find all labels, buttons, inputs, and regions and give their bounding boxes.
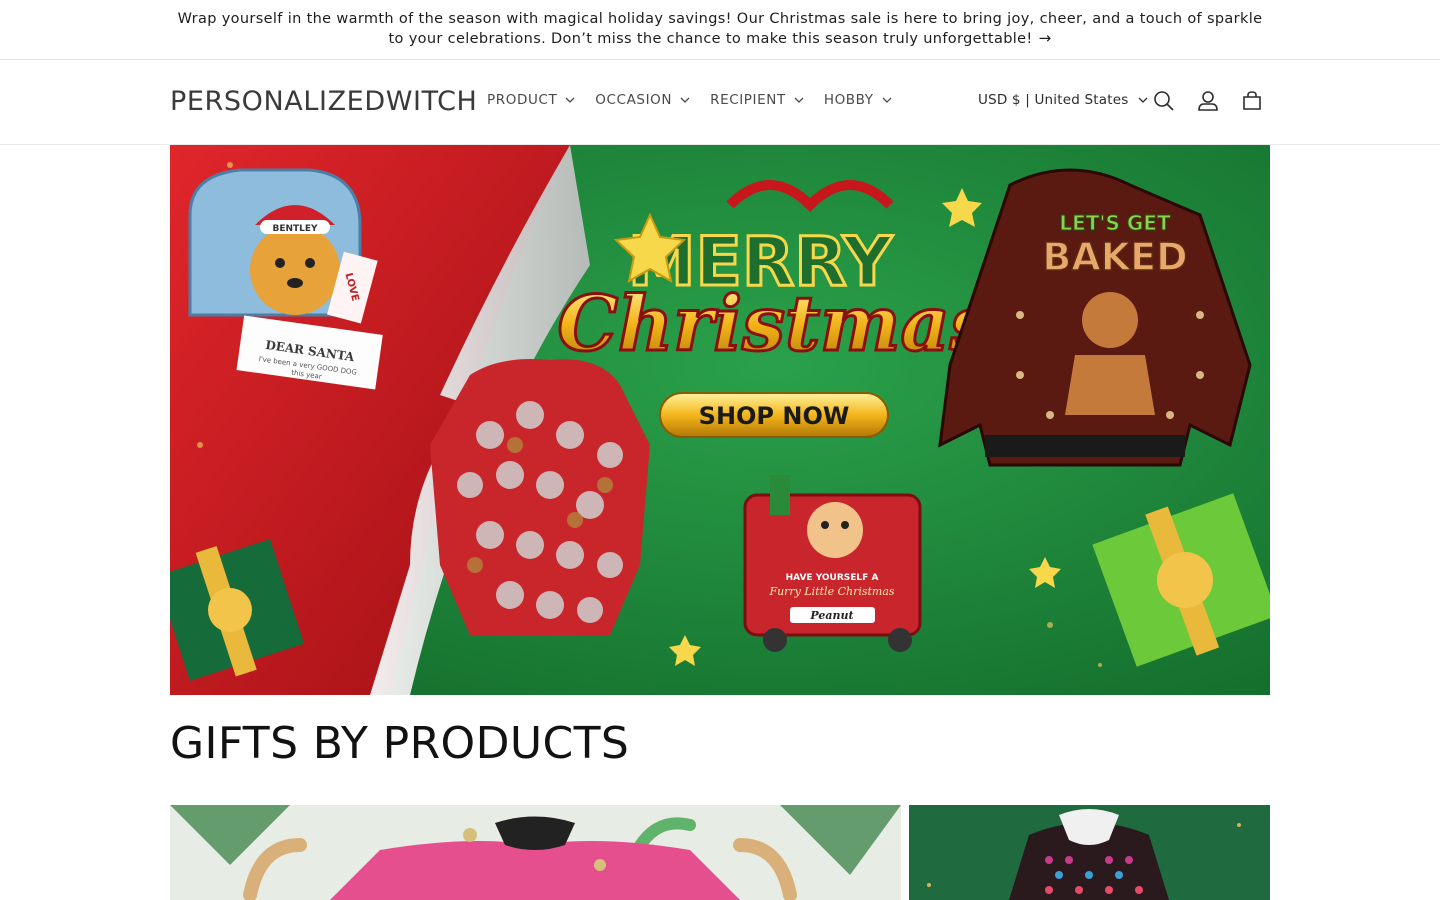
chevron-down-icon xyxy=(565,97,575,103)
shop-now-button[interactable]: SHOP NOW xyxy=(659,392,889,438)
hero-banner[interactable]: BENTLEY DEAR SANTA I've been a very GOOD… xyxy=(170,145,1270,695)
ornament-line-1: HAVE YOURSELF A xyxy=(786,573,879,583)
nav-item-recipient[interactable]: RECIPIENT xyxy=(710,92,804,108)
product-tile-sweaters[interactable] xyxy=(170,805,901,900)
announcement-text: Wrap yourself in the warmth of the seaso… xyxy=(177,11,1263,47)
cart-button[interactable] xyxy=(1239,88,1265,114)
product-tile-image xyxy=(170,805,901,900)
announcement-link[interactable]: Wrap yourself in the warmth of the seaso… xyxy=(170,10,1270,49)
nav-item-hobby[interactable]: HOBBY xyxy=(824,92,892,108)
cart-icon xyxy=(1243,91,1261,110)
product-tile-image xyxy=(909,805,1270,900)
mailbox-name: BENTLEY xyxy=(272,224,318,234)
account-button[interactable] xyxy=(1195,88,1221,114)
nav-item-label: OCCASION xyxy=(595,92,673,108)
hero-artwork: BENTLEY DEAR SANTA I've been a very GOOD… xyxy=(170,145,1270,695)
chevron-down-icon xyxy=(680,97,690,103)
announcement-bar: Wrap yourself in the warmth of the seaso… xyxy=(0,0,1440,60)
account-icon xyxy=(1198,91,1218,111)
site-logo[interactable]: PERSONALIZEDWITCH xyxy=(170,86,477,117)
arrow-right-icon: → xyxy=(1038,29,1052,47)
shop-now-label: SHOP NOW xyxy=(699,402,850,430)
currency-selector[interactable]: USD $ | United States xyxy=(978,92,1148,108)
cat-hoodie xyxy=(430,359,650,635)
chevron-down-icon xyxy=(1139,97,1148,103)
nav-item-occasion[interactable]: OCCASION xyxy=(595,92,690,108)
ornament-name: Peanut xyxy=(809,609,853,622)
sweater-text-1: LET'S GET xyxy=(1059,211,1171,235)
section-title: GIFTS BY PRODUCTS xyxy=(170,718,630,769)
truck-ornament: HAVE YOURSELF A Furry Little Christmas P… xyxy=(743,475,922,652)
search-button[interactable] xyxy=(1151,88,1177,114)
nav-item-label: PRODUCT xyxy=(487,92,558,108)
site-header: PERSONALIZEDWITCH PRODUCT OCCASION RECIP… xyxy=(0,60,1440,145)
chevron-down-icon xyxy=(882,97,892,103)
ornament-line-2: Furry Little Christmas xyxy=(768,585,894,598)
currency-label: USD $ | United States xyxy=(978,92,1129,108)
main-nav: PRODUCT OCCASION RECIPIENT HOBBY xyxy=(487,92,912,108)
sweater-text-2: BAKED xyxy=(1042,235,1187,279)
product-tile-hoodies[interactable] xyxy=(909,805,1270,900)
headline-christmas: Christmas xyxy=(558,279,993,368)
nav-item-label: RECIPIENT xyxy=(710,92,786,108)
search-icon xyxy=(1154,91,1174,111)
nav-item-product[interactable]: PRODUCT xyxy=(487,92,575,108)
nav-item-label: HOBBY xyxy=(823,92,874,108)
chevron-down-icon xyxy=(794,97,804,103)
